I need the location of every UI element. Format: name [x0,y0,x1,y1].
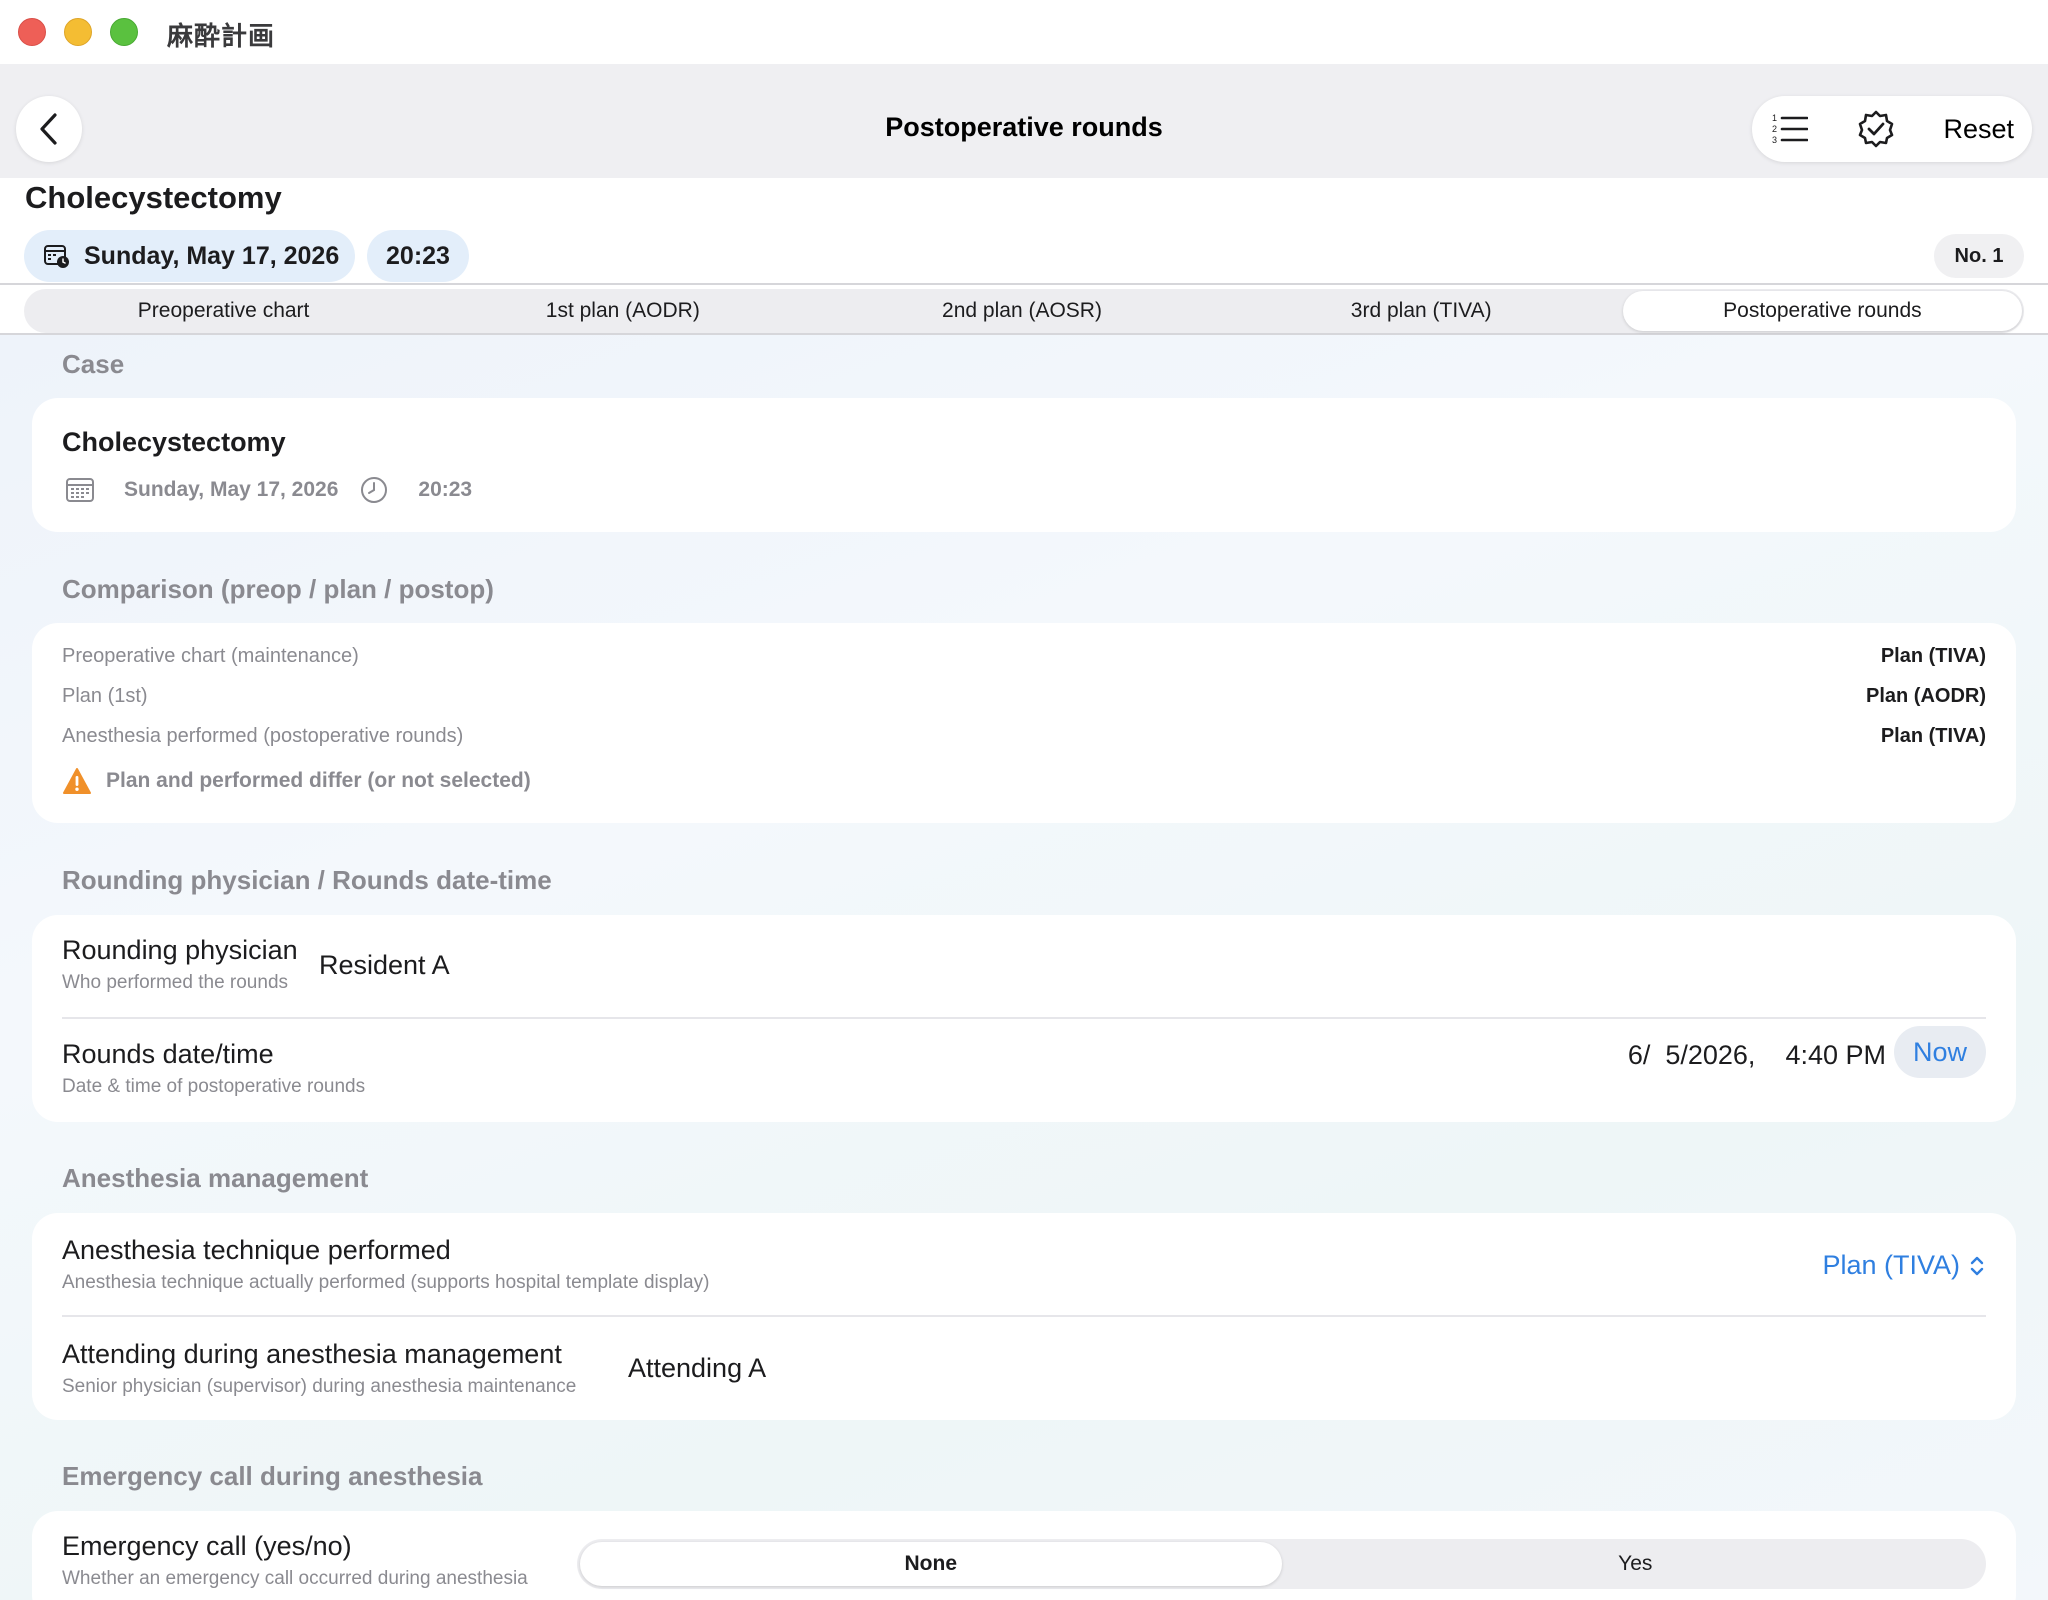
tab-3rd-plan[interactable]: 3rd plan (TIVA) [1222,289,1621,333]
comparison-value: Plan (AODR) [1866,684,1986,707]
attending-row: Attending during anesthesia management S… [62,1339,1986,1398]
case-card-time: 20:23 [418,478,473,501]
navigation-bar: Postoperative rounds 1 2 3 Reset [0,64,2048,178]
tab-bar: Preoperative chart 1st plan (AODR) 2nd p… [0,283,2048,335]
case-header: Cholecystectomy Sunday, May 17, 2026 20:… [0,178,2048,285]
calendar-clock-icon [44,245,69,268]
numbered-list-icon[interactable]: 1 2 3 [1772,112,1808,146]
case-card-date: Sunday, May 17, 2026 [124,478,339,501]
window-title: 麻酔計画 [167,21,276,51]
row-divider [62,1315,1986,1317]
clock-icon [361,477,388,503]
window-titlebar: 麻酔計画 [0,0,2048,64]
tab-postoperative-rounds[interactable]: Postoperative rounds [1622,291,2023,331]
tab-2nd-plan[interactable]: 2nd plan (AOSR) [822,289,1221,333]
section-header-anesthesia: Anesthesia management [62,1163,369,1193]
attending-sublabel: Senior physician (supervisor) during ane… [62,1376,577,1397]
page-title: Postoperative rounds [885,112,1163,142]
chevron-up-down-icon [1970,1256,1984,1275]
now-button[interactable]: Now [1894,1026,1986,1078]
section-header-comparison: Comparison (preop / plan / postop) [62,574,494,604]
rounding-physician-field[interactable]: Resident A [319,950,450,981]
emergency-call-segmented-control: None Yes [577,1539,1986,1589]
technique-sublabel: Anesthesia technique actually performed … [62,1272,710,1293]
zoom-window-button[interactable] [110,18,138,46]
rounds-datetime-sublabel: Date & time of postoperative rounds [62,1076,366,1097]
minimize-window-button[interactable] [64,18,92,46]
warning-text: Plan and performed differ (or not select… [106,769,531,792]
attending-label: Attending during anesthesia management [62,1339,562,1369]
svg-text:2: 2 [1772,124,1777,134]
technique-picker-value: Plan (TIVA) [1822,1250,1960,1280]
reset-button[interactable]: Reset [1943,114,2014,145]
section-header-case: Case [62,349,125,379]
comparison-label: Plan (1st) [62,684,148,707]
tab-1st-plan[interactable]: 1st plan (AODR) [423,289,822,333]
date-chip-label: Sunday, May 17, 2026 [84,241,340,270]
svg-text:3: 3 [1772,135,1777,145]
case-title: Cholecystectomy [25,180,282,215]
comparison-label: Anesthesia performed (postoperative roun… [62,724,464,747]
number-badge: No. 1 [1934,234,2024,278]
comparison-value: Plan (TIVA) [1880,644,1986,667]
comparison-card: Preoperative chart (maintenance) Plan (T… [32,623,2016,823]
time-chip-label: 20:23 [386,241,450,270]
attending-field[interactable]: Attending A [628,1353,766,1384]
rounds-datetime-picker[interactable]: 6/ 5/2026, 4:40 PM [1628,1040,1886,1071]
row-divider [62,1017,1986,1019]
mismatch-warning: Plan and performed differ (or not select… [62,767,531,795]
comparison-row: Plan (1st) Plan (AODR) [62,681,1986,711]
svg-text:1: 1 [1772,113,1777,123]
date-chip[interactable]: Sunday, May 17, 2026 [24,230,355,282]
comparison-row: Preoperative chart (maintenance) Plan (T… [62,641,1986,671]
anesthesia-card: Anesthesia technique performed Anesthesi… [32,1213,2016,1420]
form-content[interactable]: Case Cholecystectomy Sunday, May 17, 202… [0,335,2048,1600]
checkmark-seal-icon[interactable] [1856,109,1896,149]
technique-picker[interactable]: Plan (TIVA) [1822,1250,1986,1281]
tab-segmented-control: Preoperative chart 1st plan (AODR) 2nd p… [24,289,2024,333]
rounding-card: Rounding physician Who performed the rou… [32,915,2016,1122]
case-card-meta: Sunday, May 17, 2026 20:23 [66,476,472,504]
warning-triangle-icon [63,768,91,794]
tab-preoperative-chart[interactable]: Preoperative chart [24,289,423,333]
segment-none[interactable]: None [580,1542,1282,1586]
case-card: Cholecystectomy Sunday, May 17, 2026 20:… [32,398,2016,532]
emergency-card: Emergency call (yes/no) Whether an emerg… [32,1511,2016,1600]
comparison-value: Plan (TIVA) [1880,724,1986,747]
section-header-emergency: Emergency call during anesthesia [62,1461,483,1491]
comparison-label: Preoperative chart (maintenance) [62,644,359,667]
calendar-icon [66,478,94,502]
technique-label: Anesthesia technique performed [62,1235,451,1265]
nav-actions-group: 1 2 3 Reset [1752,96,2032,162]
section-header-rounding: Rounding physician / Rounds date-time [62,865,552,895]
comparison-row: Anesthesia performed (postoperative roun… [62,721,1986,751]
segment-yes[interactable]: Yes [1285,1539,1987,1589]
time-chip[interactable]: 20:23 [367,230,469,282]
close-window-button[interactable] [18,18,46,46]
case-card-title: Cholecystectomy [62,427,286,457]
technique-row: Anesthesia technique performed Anesthesi… [62,1235,1986,1294]
